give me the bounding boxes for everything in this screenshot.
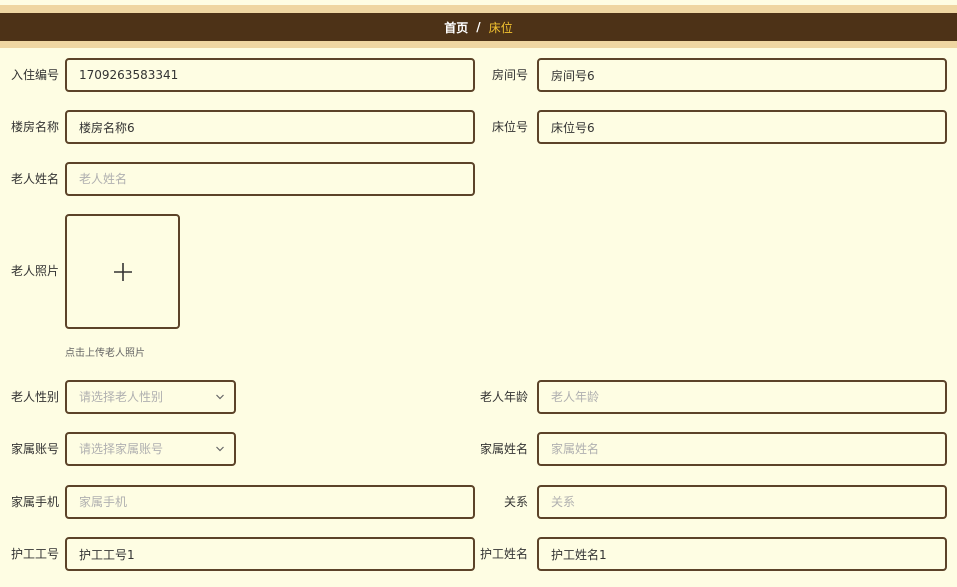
elder-name-input[interactable]: [65, 162, 475, 196]
breadcrumb: 首页 / 床位: [0, 13, 957, 41]
family-name-label: 家属姓名: [479, 442, 528, 456]
nurse-no-label: 护工工号: [11, 547, 60, 561]
plus-icon: [114, 263, 132, 281]
building-name-label: 楼房名称: [11, 120, 60, 134]
bed-no-input[interactable]: [537, 110, 947, 144]
breadcrumb-current: 床位: [488, 20, 513, 35]
elder-gender-placeholder: 请选择老人性别: [79, 390, 164, 404]
family-account-label: 家属账号: [11, 442, 60, 456]
photo-upload-button[interactable]: [65, 214, 180, 329]
building-name-input[interactable]: [65, 110, 475, 144]
breadcrumb-separator: /: [476, 20, 481, 34]
room-no-input[interactable]: [537, 58, 947, 92]
chevron-down-icon: [216, 446, 224, 452]
family-account-select[interactable]: 请选择家属账号: [65, 432, 236, 466]
chevron-down-icon: [216, 394, 224, 400]
family-account-placeholder: 请选择家属账号: [79, 442, 164, 456]
nurse-name-label: 护工姓名: [479, 547, 528, 561]
elder-name-label: 老人姓名: [11, 172, 60, 186]
nurse-no-input[interactable]: [65, 537, 475, 571]
relation-input[interactable]: [537, 485, 947, 519]
photo-upload-hint: 点击上传老人照片: [65, 348, 145, 359]
elder-gender-label: 老人性别: [11, 390, 60, 404]
family-name-input[interactable]: [537, 432, 947, 466]
bed-no-label: 床位号: [491, 120, 528, 134]
relation-label: 关系: [503, 495, 528, 509]
breadcrumb-home[interactable]: 首页: [444, 19, 468, 36]
nurse-name-input[interactable]: [537, 537, 947, 571]
elder-photo-label: 老人照片: [11, 264, 60, 278]
checkin-no-label: 入住编号: [11, 68, 60, 82]
elder-age-input[interactable]: [537, 380, 947, 414]
room-no-label: 房间号: [491, 68, 528, 82]
elder-gender-select[interactable]: 请选择老人性别: [65, 380, 236, 414]
family-phone-label: 家属手机: [11, 495, 60, 509]
elder-age-label: 老人年龄: [479, 390, 528, 404]
family-phone-input[interactable]: [65, 485, 475, 519]
checkin-no-input[interactable]: [65, 58, 475, 92]
